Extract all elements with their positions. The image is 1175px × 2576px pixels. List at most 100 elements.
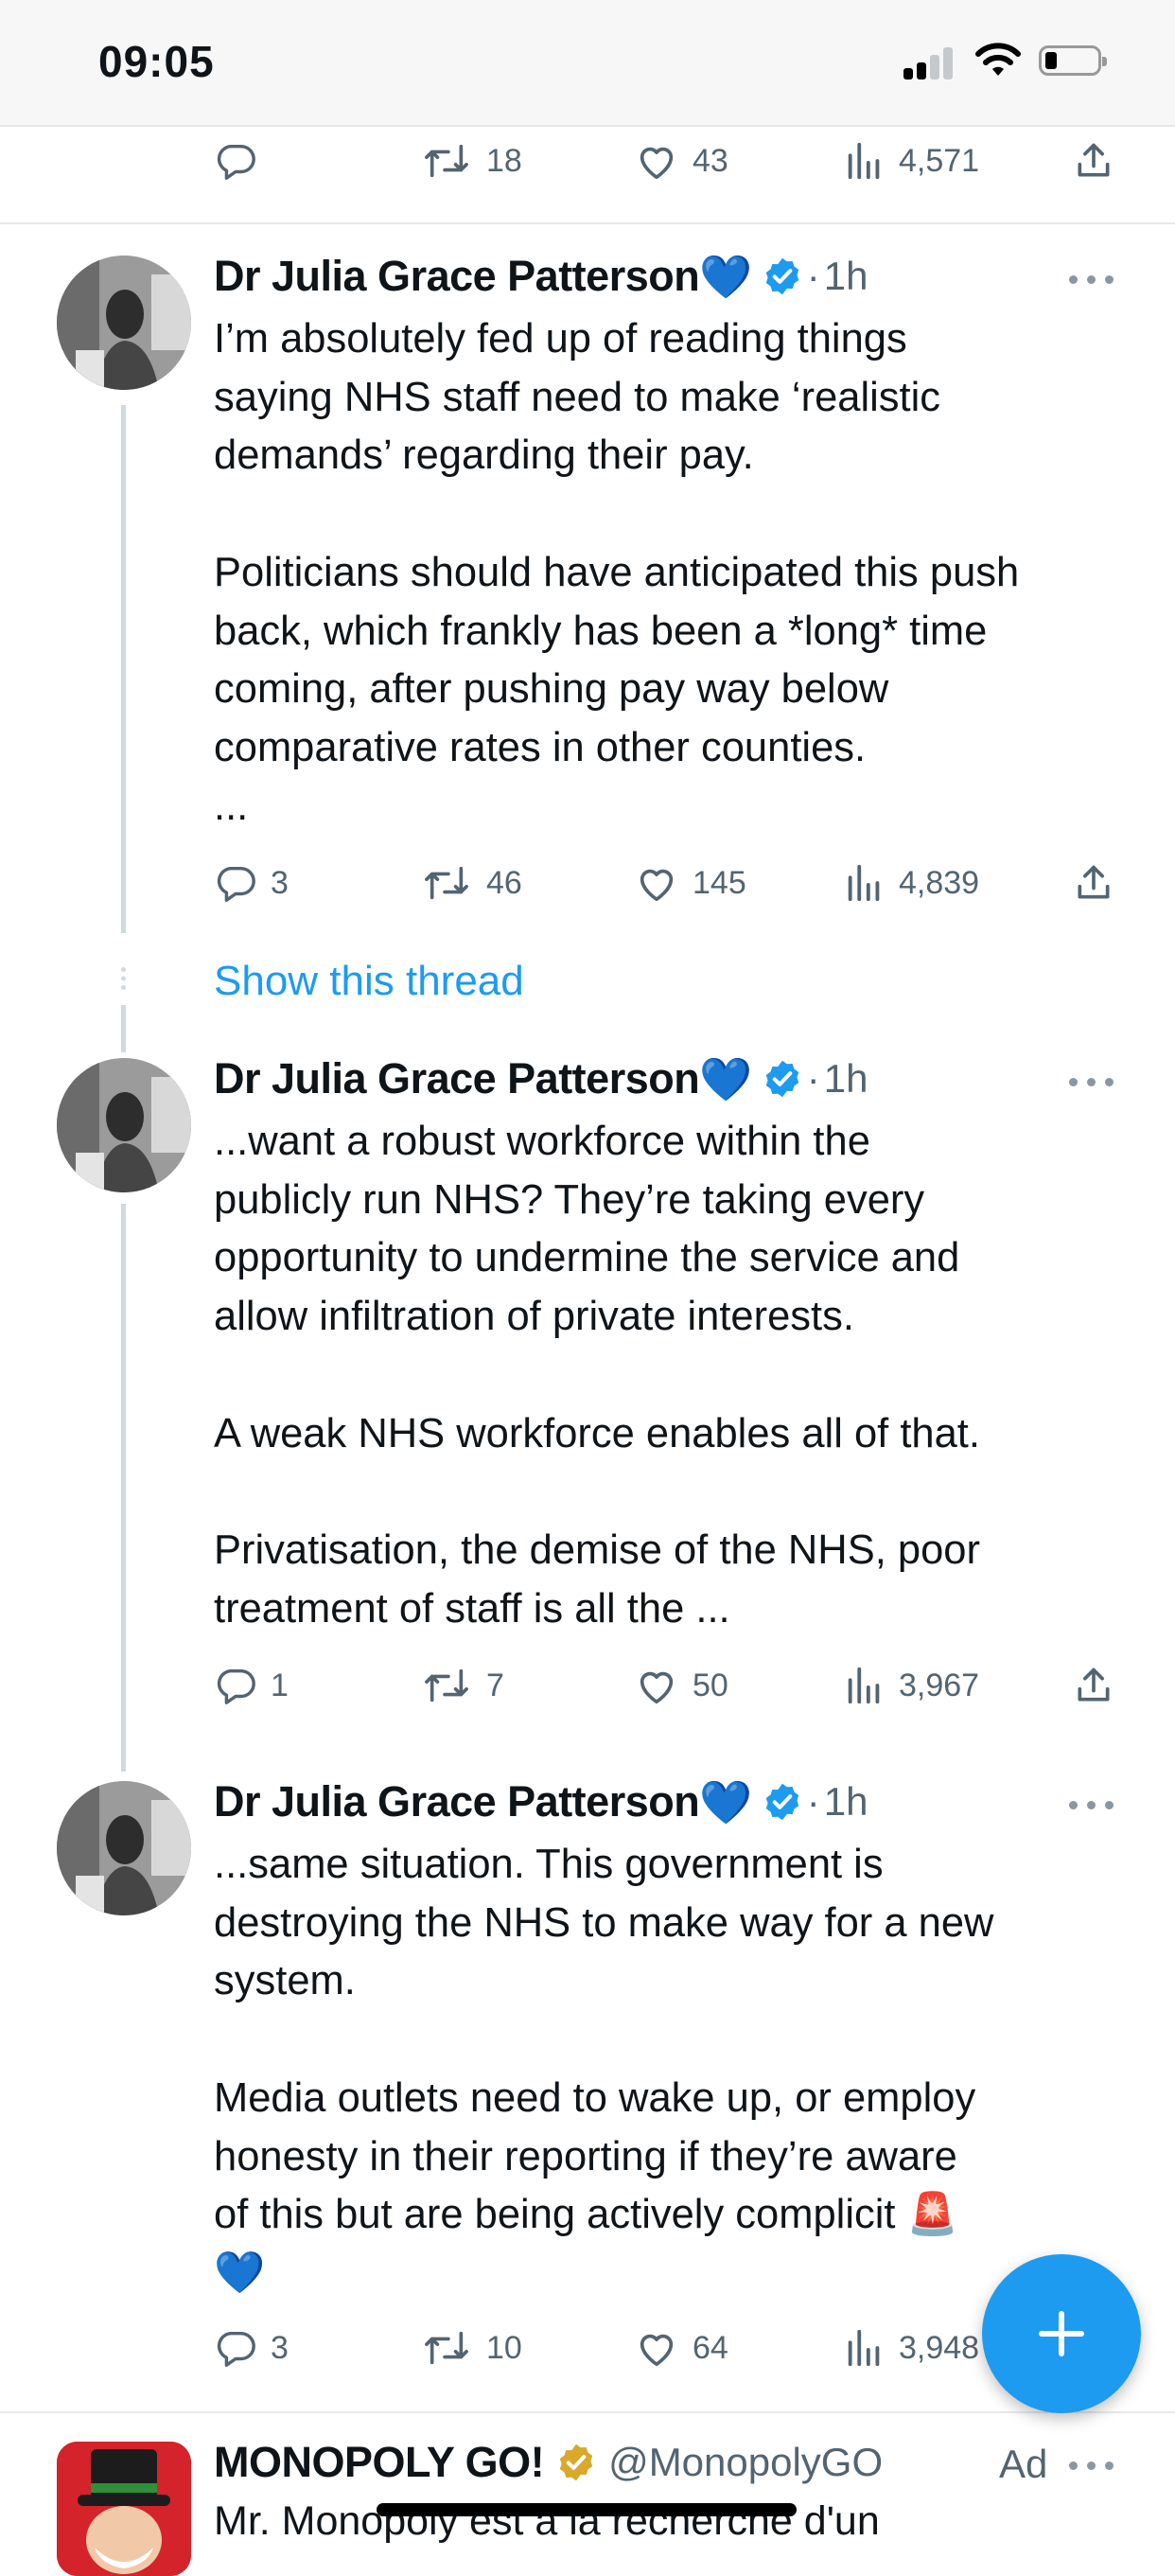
tweet-line: publicly run NHS? They’re taking every — [214, 1176, 925, 1223]
cellular-signal-icon — [903, 45, 955, 79]
like-button[interactable]: 43 — [634, 132, 728, 189]
tweet-header: Dr Julia Grace Patterson 💙 · 1h — [214, 1050, 868, 1107]
more-icon[interactable] — [1069, 2456, 1114, 2475]
views-button[interactable]: 4,839 — [844, 855, 979, 911]
share-icon — [1078, 865, 1110, 899]
heart-emoji: 💙 — [699, 1777, 752, 1826]
views-icon — [848, 864, 880, 902]
status-bar: 09:05 — [0, 0, 1175, 127]
views-count: 4,571 — [899, 142, 980, 179]
thread-line — [121, 405, 126, 933]
show-thread-link[interactable]: Show this thread — [214, 958, 524, 1005]
tweet-header: Dr Julia Grace Patterson 💙 · 1h — [214, 1773, 868, 1830]
share-button[interactable] — [1073, 855, 1114, 911]
ad-avatar[interactable] — [57, 2442, 191, 2576]
tweet-time[interactable]: 1h — [824, 1779, 868, 1825]
like-count: 145 — [693, 864, 746, 901]
tweet-line: opportunity to undermine the service and — [214, 1235, 960, 1281]
retweet-button[interactable]: 10 — [420, 2320, 522, 2376]
tweet-line: ...want a robust workforce within the — [214, 1119, 870, 1164]
ad-author-name[interactable]: MONOPOLY GO! — [214, 2438, 545, 2487]
share-button[interactable] — [1073, 132, 1114, 189]
tweet-blank-line — [214, 485, 1131, 544]
ad-header: MONOPOLY GO! @MonopolyGO — [214, 2434, 883, 2491]
avatar-photo — [57, 256, 191, 390]
battery-icon — [1039, 45, 1107, 76]
like-icon — [640, 147, 674, 180]
tweet-time[interactable]: 1h — [824, 1056, 868, 1102]
author-name[interactable]: Dr Julia Grace Patterson — [214, 1054, 700, 1103]
like-button[interactable]: 145 — [634, 855, 746, 911]
thread-line — [121, 1204, 126, 1772]
author-name[interactable]: Dr Julia Grace Patterson — [214, 252, 700, 301]
previous-tweet-actions: 18 43 4,571 — [214, 132, 1122, 189]
thread-line — [121, 1005, 126, 1052]
tweet-line: A weak NHS workforce enables all of that… — [214, 1410, 980, 1456]
ad-handle[interactable]: @MonopolyGO — [608, 2440, 883, 2485]
like-icon — [640, 2334, 674, 2367]
tweet-line: ...same situation. This government is — [214, 1842, 884, 1887]
tweet-line: allow infiltration of private interests. — [214, 1294, 854, 1340]
like-icon — [640, 1671, 674, 1704]
tweet-actions: 3 46 145 4,839 — [214, 855, 1122, 911]
reply-button[interactable] — [214, 132, 257, 189]
tweet-line: coming, after pushing pay way below — [214, 666, 889, 713]
avatar[interactable] — [57, 256, 191, 390]
like-count: 50 — [693, 1667, 728, 1703]
avatar-photo — [57, 1781, 191, 1915]
views-button[interactable]: 4,571 — [844, 132, 979, 189]
home-indicator[interactable] — [377, 2503, 797, 2516]
like-icon — [640, 869, 674, 902]
retweet-icon — [425, 1668, 468, 1703]
tweet-line: system. — [214, 1958, 356, 2004]
thread-dots — [121, 967, 126, 990]
tweet-text: I’m absolutely fed up of reading things … — [214, 310, 1131, 836]
like-button[interactable]: 64 — [634, 2320, 728, 2376]
tweet-text: ...want a robust workforce within the pu… — [214, 1113, 1131, 1638]
views-button[interactable]: 3,948 — [844, 2320, 979, 2376]
author-name[interactable]: Dr Julia Grace Patterson — [214, 1777, 700, 1826]
divider — [0, 2411, 1175, 2413]
views-button[interactable]: 3,967 — [844, 1657, 979, 1714]
share-button[interactable] — [1073, 1657, 1114, 1714]
tweet-actions: 1 7 50 3,967 — [214, 1657, 1122, 1714]
retweet-button[interactable]: 46 — [420, 855, 522, 911]
reply-icon — [217, 1668, 255, 1704]
tweet-line: Media outlets need to wake up, or employ — [214, 2074, 976, 2121]
wifi-icon — [975, 43, 1021, 76]
retweet-button[interactable]: 7 — [420, 1657, 504, 1714]
reply-icon — [217, 144, 255, 180]
retweet-icon — [425, 866, 468, 900]
retweet-button[interactable]: 18 — [420, 132, 522, 189]
avatar[interactable] — [57, 1058, 191, 1192]
verified-badge-icon — [765, 257, 798, 295]
tweet-line: ... — [214, 783, 249, 829]
dot-separator: · — [806, 1779, 820, 1824]
retweet-count: 10 — [486, 2329, 522, 2366]
tweet-line: Politicians should have anticipated this… — [214, 549, 1020, 595]
tweet-line: I’m absolutely fed up of reading things — [214, 316, 907, 362]
more-icon[interactable] — [1069, 1795, 1114, 1814]
more-icon[interactable] — [1069, 270, 1114, 289]
share-icon — [1078, 143, 1110, 177]
tweet-blank-line — [214, 1463, 1131, 1522]
reply-button[interactable]: 3 — [214, 855, 289, 911]
reply-count: 3 — [271, 864, 289, 901]
tweet-time[interactable]: 1h — [824, 254, 868, 299]
more-icon[interactable] — [1069, 1072, 1114, 1091]
tweet-text: ...same situation. This government is de… — [214, 1836, 1131, 2303]
reply-button[interactable]: 3 — [214, 2320, 289, 2376]
reply-icon — [217, 866, 255, 902]
like-count: 64 — [693, 2329, 728, 2366]
verified-badge-icon — [765, 1060, 798, 1098]
heart-emoji: 💙 — [699, 1054, 752, 1103]
avatar[interactable] — [57, 1781, 191, 1915]
compose-button[interactable] — [982, 2254, 1141, 2413]
tweet-line: back, which frankly has been a *long* ti… — [214, 608, 988, 654]
views-icon — [848, 142, 880, 180]
like-button[interactable]: 50 — [634, 1657, 728, 1714]
verified-badge-icon — [559, 2444, 593, 2481]
divider — [0, 222, 1175, 224]
reply-button[interactable]: 1 — [214, 1657, 289, 1714]
retweet-icon — [425, 144, 468, 178]
